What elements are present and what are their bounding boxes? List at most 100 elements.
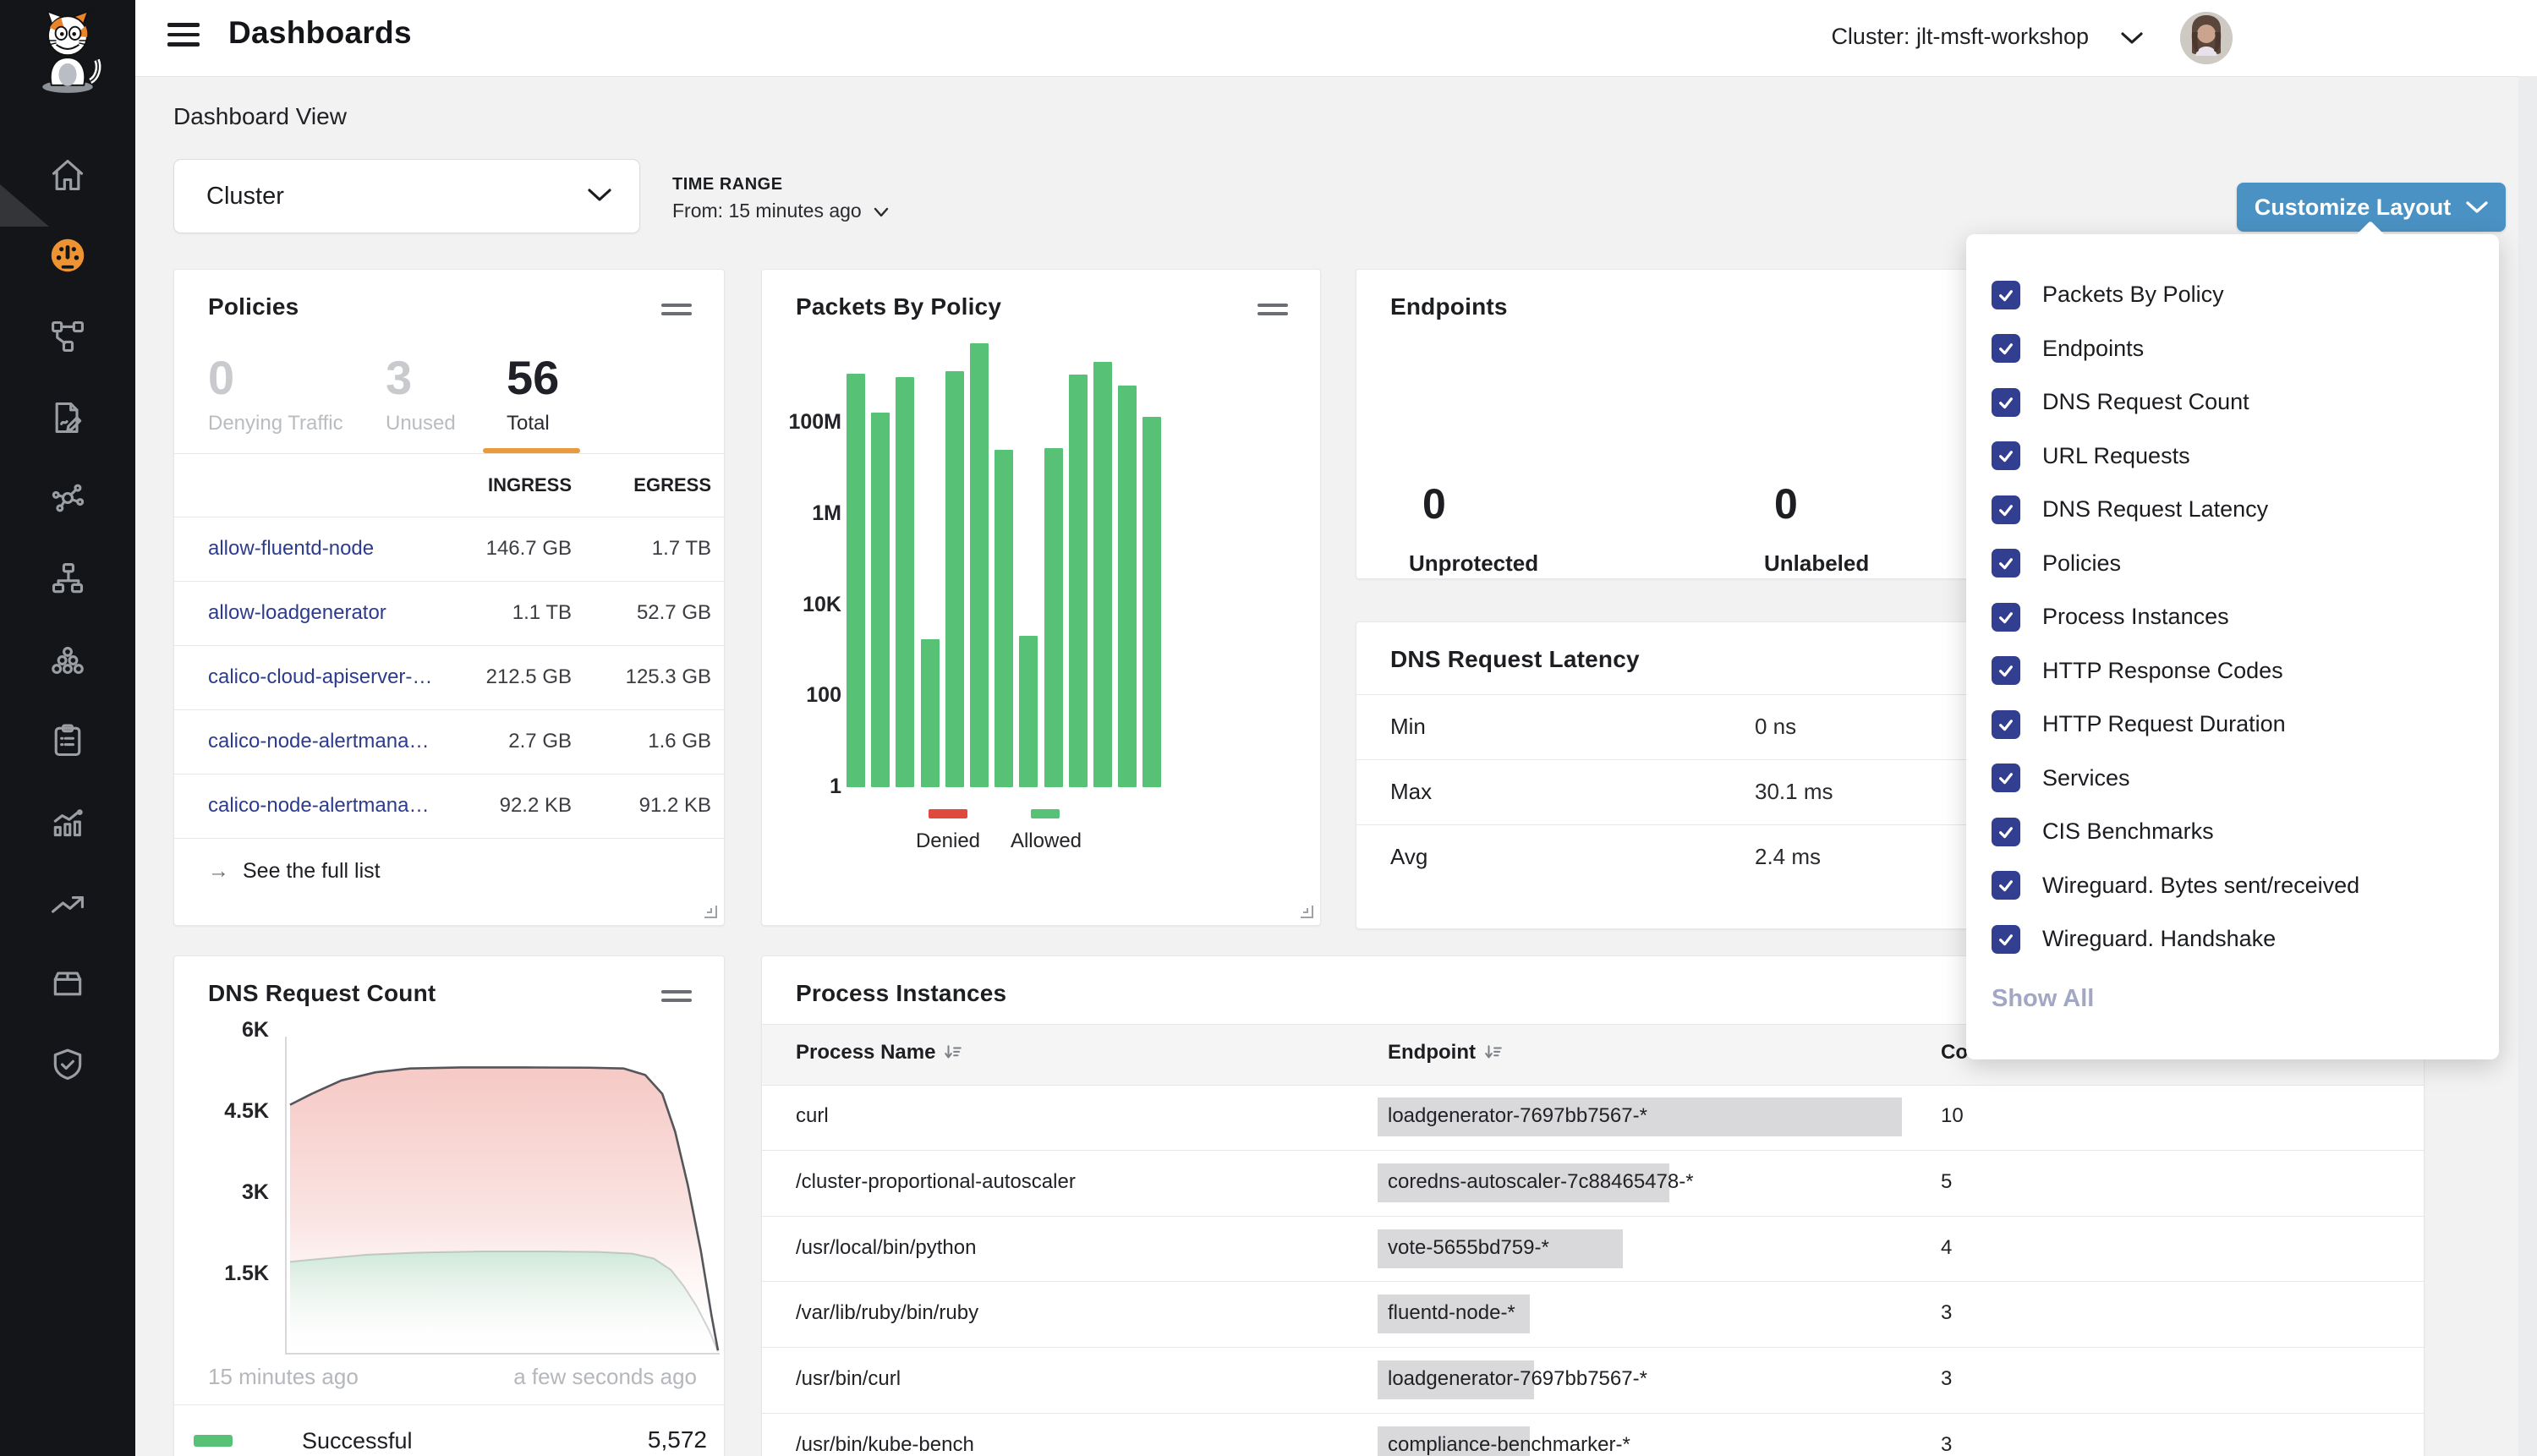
allowed-packets-bar[interactable] bbox=[1142, 417, 1161, 787]
checkbox-checked[interactable] bbox=[1992, 925, 2020, 954]
sidebar-nav bbox=[0, 0, 135, 1456]
menu-item-wireguard-bytes-sent-received[interactable]: Wireguard. Bytes sent/received bbox=[1966, 859, 2499, 913]
allowed-packets-bar[interactable] bbox=[945, 371, 964, 787]
allowed-packets-bar[interactable] bbox=[1019, 636, 1038, 787]
section-label: Dashboard View bbox=[173, 103, 347, 130]
sidebar-item-network-flow[interactable] bbox=[48, 317, 87, 356]
menu-item-endpoints[interactable]: Endpoints bbox=[1966, 322, 2499, 376]
sidebar-item-clusters[interactable] bbox=[48, 641, 87, 680]
menu-item-policies[interactable]: Policies bbox=[1966, 537, 2499, 591]
checkbox-checked[interactable] bbox=[1992, 764, 2020, 792]
checkbox-checked[interactable] bbox=[1992, 495, 2020, 524]
allowed-packets-bar[interactable] bbox=[995, 450, 1013, 787]
checkbox-checked[interactable] bbox=[1992, 388, 2020, 417]
home-icon bbox=[49, 156, 86, 194]
allowed-legend-label[interactable]: Allowed bbox=[987, 829, 1105, 853]
calico-cat-logo[interactable] bbox=[27, 7, 108, 99]
allowed-packets-bar[interactable] bbox=[921, 639, 940, 787]
dns-area-chart: 1.5K3K4.5K6K bbox=[174, 956, 724, 1360]
policies-stat-value[interactable]: 3 bbox=[386, 350, 412, 405]
sidebar-item-security[interactable] bbox=[48, 1045, 87, 1084]
egress-value: 1.7 TB bbox=[593, 537, 711, 561]
checkbox-checked[interactable] bbox=[1992, 710, 2020, 739]
policy-link[interactable]: allow-fluentd-node bbox=[208, 537, 374, 561]
ingress-value: 1.1 TB bbox=[453, 601, 572, 625]
checkbox-checked[interactable] bbox=[1992, 549, 2020, 577]
sidebar-item-compliance-reports[interactable] bbox=[48, 721, 87, 760]
policies-stat-label[interactable]: Denying Traffic bbox=[208, 412, 343, 435]
hamburger-menu-icon[interactable] bbox=[167, 23, 200, 52]
allowed-packets-bar[interactable] bbox=[1044, 448, 1063, 787]
checkbox-checked[interactable] bbox=[1992, 818, 2020, 846]
sidebar-item-policy-recommendations[interactable] bbox=[48, 398, 87, 437]
menu-item-http-response-codes[interactable]: HTTP Response Codes bbox=[1966, 644, 2499, 698]
menu-item-cis-benchmarks[interactable]: CIS Benchmarks bbox=[1966, 805, 2499, 859]
sidebar-item-dashboards-active[interactable] bbox=[48, 236, 87, 275]
policy-link[interactable]: calico-cloud-apiserver-… bbox=[208, 665, 432, 689]
time-range-value[interactable]: From: 15 minutes ago bbox=[672, 200, 889, 222]
menu-item-http-request-duration[interactable]: HTTP Request Duration bbox=[1966, 698, 2499, 752]
allowed-packets-bar[interactable] bbox=[896, 377, 914, 787]
denied-legend-swatch[interactable] bbox=[929, 809, 967, 818]
allowed-packets-bar[interactable] bbox=[970, 343, 989, 787]
checkbox-checked[interactable] bbox=[1992, 441, 2020, 470]
successful-legend-label[interactable]: Successful bbox=[302, 1428, 413, 1454]
show-all-link[interactable]: Show All bbox=[1992, 985, 2499, 1013]
successful-legend-value: 5,572 bbox=[648, 1426, 707, 1453]
user-avatar[interactable] bbox=[2180, 12, 2233, 64]
chevron-down-icon[interactable] bbox=[2120, 30, 2144, 50]
resize-handle[interactable] bbox=[1301, 906, 1313, 918]
allowed-packets-bar[interactable] bbox=[1093, 362, 1112, 787]
dashboard-view-select[interactable]: Cluster bbox=[173, 159, 640, 233]
checkbox-checked[interactable] bbox=[1992, 871, 2020, 900]
allowed-packets-bar[interactable] bbox=[1118, 386, 1137, 787]
column-header-process-name[interactable]: Process Name bbox=[796, 1041, 962, 1065]
policies-stat-label[interactable]: Total bbox=[507, 412, 550, 435]
sidebar-item-metrics[interactable] bbox=[48, 802, 87, 841]
menu-item-dns-request-latency[interactable]: DNS Request Latency bbox=[1966, 483, 2499, 537]
menu-item-process-instances[interactable]: Process Instances bbox=[1966, 590, 2499, 644]
allowed-packets-bar[interactable] bbox=[871, 413, 890, 787]
checkbox-checked[interactable] bbox=[1992, 603, 2020, 632]
latency-metric-label: Min bbox=[1390, 714, 1426, 740]
policy-link[interactable]: calico-node-alertmana… bbox=[208, 794, 429, 818]
sidebar-item-network-sets[interactable] bbox=[48, 560, 87, 599]
allowed-packets-bar[interactable] bbox=[1069, 375, 1088, 787]
policy-link[interactable]: calico-node-alertmana… bbox=[208, 730, 429, 753]
endpoint-cell: vote-5655bd759-* bbox=[1378, 1216, 1970, 1281]
checkbox-checked[interactable] bbox=[1992, 334, 2020, 363]
menu-item-url-requests[interactable]: URL Requests bbox=[1966, 430, 2499, 484]
sidebar-item-activity[interactable] bbox=[48, 884, 87, 922]
resize-handle[interactable] bbox=[704, 906, 717, 918]
cluster-selector[interactable]: Cluster: jlt-msft-workshop bbox=[1831, 24, 2089, 50]
checkbox-checked[interactable] bbox=[1992, 656, 2020, 685]
svg-text:1.5K: 1.5K bbox=[224, 1262, 269, 1285]
menu-item-dns-request-count[interactable]: DNS Request Count bbox=[1966, 375, 2499, 430]
allowed-legend-swatch[interactable] bbox=[1031, 809, 1060, 818]
policies-stat-value[interactable]: 56 bbox=[507, 350, 559, 405]
sidebar-item-packages[interactable] bbox=[48, 964, 87, 1003]
endpoint-cell: compliance-benchmarker-* bbox=[1378, 1413, 1970, 1456]
policies-stat-label[interactable]: Unused bbox=[386, 412, 456, 435]
allowed-packets-bar[interactable] bbox=[847, 374, 865, 787]
menu-item-packets-by-policy[interactable]: Packets By Policy bbox=[1966, 268, 2499, 322]
page-scrollbar[interactable] bbox=[2518, 76, 2537, 1456]
policy-link[interactable]: allow-loadgenerator bbox=[208, 601, 386, 625]
unprotected-count: 0 bbox=[1422, 479, 1446, 528]
see-full-list-link[interactable]: →See the full list bbox=[208, 859, 381, 884]
menu-item-wireguard-handshake[interactable]: Wireguard. Handshake bbox=[1966, 912, 2499, 966]
card-menu-icon[interactable] bbox=[661, 304, 692, 320]
policies-card: Policies 0Denying Traffic3Unused56Total … bbox=[173, 269, 725, 926]
checkbox-checked[interactable] bbox=[1992, 281, 2020, 309]
egress-value: 1.6 GB bbox=[593, 730, 711, 753]
column-header-egress[interactable]: EGRESS bbox=[559, 474, 711, 496]
column-header-endpoint[interactable]: Endpoint bbox=[1388, 1041, 1503, 1065]
latency-metric-value: 2.4 ms bbox=[1755, 844, 1821, 870]
endpoint-cell: coredns-autoscaler-7c88465478-* bbox=[1378, 1150, 1970, 1215]
sidebar-item-home[interactable] bbox=[48, 156, 87, 194]
y-axis-tick: 1 bbox=[762, 775, 841, 799]
policies-stat-value[interactable]: 0 bbox=[208, 350, 234, 405]
column-header-ingress[interactable]: INGRESS bbox=[411, 474, 572, 496]
sidebar-item-threat-graph[interactable] bbox=[48, 479, 87, 517]
menu-item-services[interactable]: Services bbox=[1966, 752, 2499, 806]
